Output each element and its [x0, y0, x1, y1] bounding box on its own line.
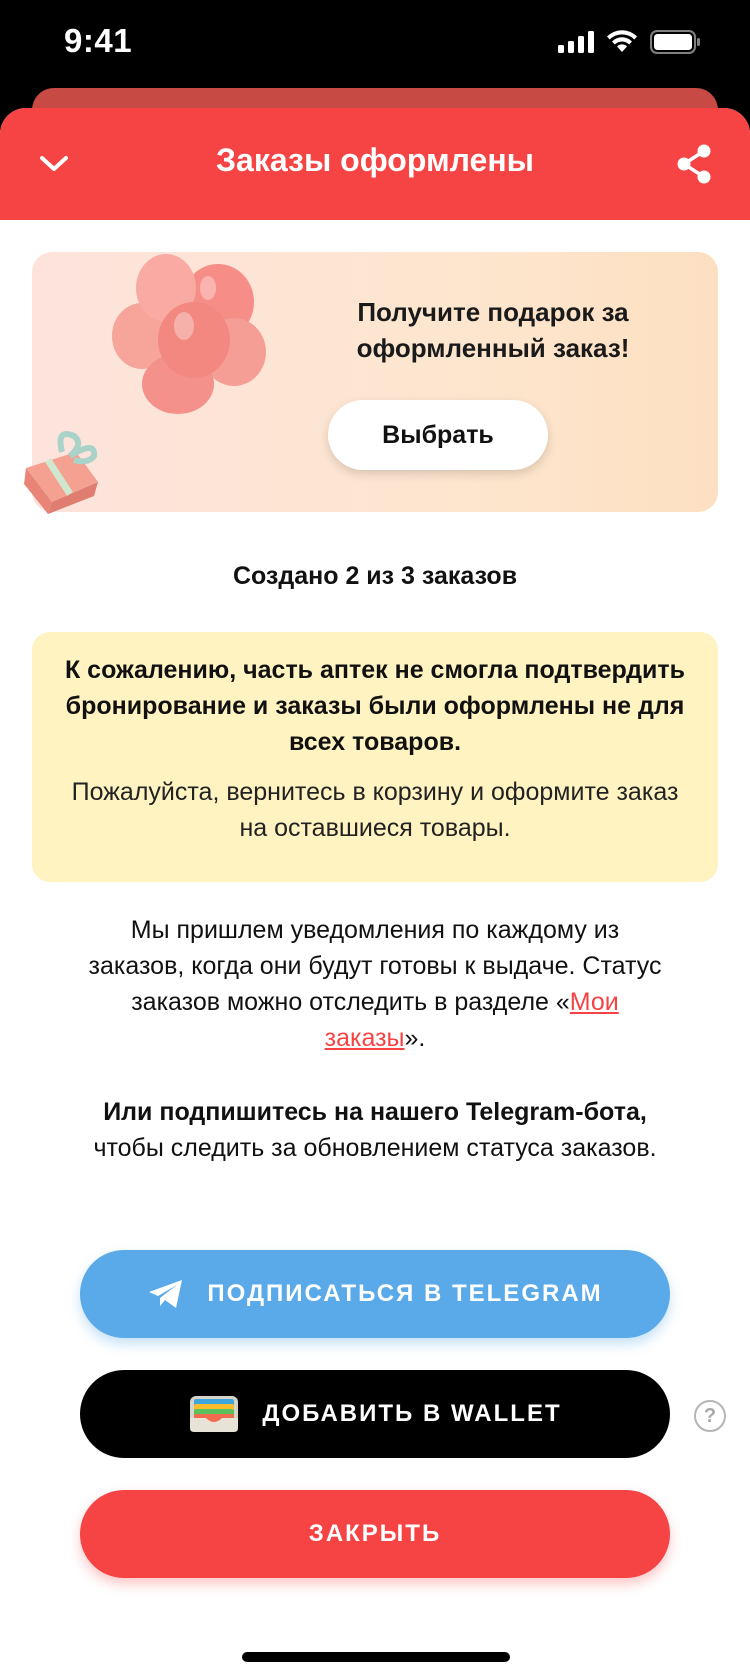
- wifi-icon: [607, 30, 637, 52]
- status-time: 9:41: [64, 22, 133, 59]
- page-title: Заказы оформлены: [216, 142, 534, 178]
- warning-text: Пожалуйста, вернитесь в корзину и оформи…: [71, 778, 679, 842]
- partial-order-warning: К сожалению, часть аптек не смогла подтв…: [32, 632, 718, 882]
- gift-box-illustration: [24, 431, 98, 514]
- telegram-button-label: ПОДПИСАТЬСЯ В TELEGRAM: [207, 1280, 603, 1307]
- warning-title: К сожалению, часть аптек не смогла подтв…: [64, 656, 686, 756]
- telegram-icon: [149, 1280, 183, 1308]
- share-button[interactable]: [664, 134, 724, 194]
- add-to-wallet-button[interactable]: ДОБАВИТЬ В WALLET: [80, 1370, 670, 1458]
- notification-info: Мы пришлем уведомления по каждому из зак…: [80, 912, 670, 1056]
- telegram-info: Или подпишитесь на нашего Telegram-бота,…: [80, 1094, 670, 1166]
- balloons-illustration: [112, 254, 266, 414]
- wallet-icon: [190, 1396, 239, 1432]
- close-button[interactable]: ЗАКРЫТЬ: [80, 1490, 670, 1578]
- info-text-end: ».: [404, 1024, 426, 1052]
- help-icon[interactable]: ?: [694, 1400, 726, 1432]
- close-button-label: ЗАКРЫТЬ: [308, 1520, 442, 1547]
- gift-promo-banner: Получите подарок за оформленный заказ! В…: [24, 252, 718, 514]
- home-indicator: [242, 1652, 510, 1662]
- share-icon: [677, 144, 711, 184]
- orders-created-count: Создано 2 из 3 заказов: [232, 562, 518, 590]
- signal-icon: [558, 31, 594, 53]
- wallet-button-label: ДОБАВИТЬ В WALLET: [262, 1400, 562, 1427]
- telegram-info-bold: Или подпишитесь на нашего Telegram-бота,: [103, 1098, 647, 1126]
- status-icons: [558, 30, 702, 54]
- telegram-info-text: чтобы следить за обновлением статуса зак…: [93, 1134, 657, 1162]
- sheet-header: Заказы оформлены: [0, 108, 750, 220]
- promo-text: Получите подарок за оформленный заказ!: [356, 297, 630, 363]
- status-bar: 9:41: [0, 0, 750, 96]
- orders-sheet: Заказы оформлены Получите подарок за офо…: [0, 108, 750, 1678]
- battery-icon: [650, 30, 700, 54]
- choose-gift-button[interactable]: Выбрать: [328, 400, 548, 470]
- subscribe-telegram-button[interactable]: ПОДПИСАТЬСЯ В TELEGRAM: [80, 1250, 670, 1338]
